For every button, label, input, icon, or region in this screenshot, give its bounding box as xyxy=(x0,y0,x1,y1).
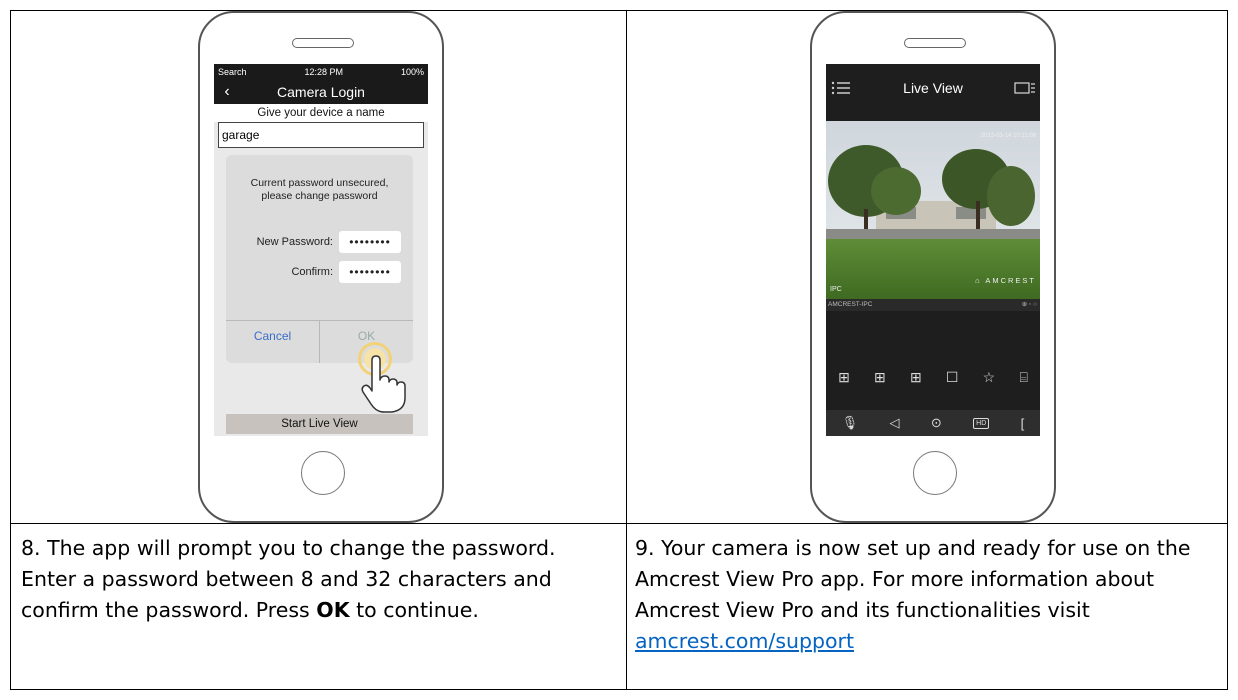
channel-label: IPC xyxy=(830,286,842,293)
new-password-row: New Password: •••••••• xyxy=(257,231,401,253)
layout-toolbar: ⊞ ⊞ ⊞ ☐ ☆ ⌸ xyxy=(826,369,1040,386)
back-chevron-icon[interactable]: ‹ xyxy=(214,83,240,101)
step-8-caption: 8. The app will prompt you to change the… xyxy=(21,533,611,626)
instruction-table: Search 12:28 PM 100% ‹ Camera Login Give… xyxy=(10,10,1228,690)
battery-label: 100% xyxy=(400,67,424,77)
ptz-control-icon[interactable]: ⊙ xyxy=(931,415,942,431)
new-password-input[interactable]: •••••••• xyxy=(339,231,401,253)
row-divider xyxy=(11,523,1227,524)
brand-overlay-text: AMCREST xyxy=(985,276,1036,285)
speaker-slot xyxy=(292,38,354,48)
confirm-password-row: Confirm: •••••••• xyxy=(291,261,401,283)
status-bar: Search 12:28 PM 100% xyxy=(214,64,428,80)
phone-mockup-live-view: Live View 2013-03-14 10:11:08 IPC ⌂ AMCR… xyxy=(810,11,1056,523)
hd-button[interactable]: HD xyxy=(973,417,990,429)
single-view-icon[interactable]: ☐ xyxy=(946,369,959,386)
menu-icon[interactable] xyxy=(826,80,856,96)
speaker-slot xyxy=(904,38,966,48)
dialog-message-line2: please change password xyxy=(261,190,378,202)
split-9-icon[interactable]: ⊞ xyxy=(910,369,922,386)
split-4-icon[interactable]: ⊞ xyxy=(874,369,886,386)
feed-status-icons: ⊕ ◦ ○ xyxy=(1021,301,1037,308)
nav-title: Camera Login xyxy=(277,84,365,100)
nav-bar: Live View xyxy=(826,64,1040,112)
step-9-text: 9. Your camera is now set up and ready f… xyxy=(635,536,1191,622)
camera-feed-image xyxy=(826,121,1040,299)
dialog-message-line1: Current password unsecured, xyxy=(250,177,389,189)
cancel-button[interactable]: Cancel xyxy=(226,321,319,363)
device-name-input[interactable]: garage xyxy=(218,122,424,148)
step-9-caption: 9. Your camera is now set up and ready f… xyxy=(635,533,1225,657)
speaker-icon[interactable]: ◁ xyxy=(890,415,900,431)
camera-feed[interactable]: 2013-03-14 10:11:08 IPC ⌂ AMCREST xyxy=(826,121,1040,299)
video-timestamp: 2013-03-14 10:11:08 xyxy=(980,133,1036,139)
snapshot-icon[interactable]: ⌸ xyxy=(1019,369,1027,386)
action-toolbar: 🎙︎ ◁ ⊙ HD [ xyxy=(826,410,1040,436)
step-8-bold: OK xyxy=(316,598,350,622)
new-password-label: New Password: xyxy=(256,236,333,248)
device-name-label: Give your device a name xyxy=(214,104,428,122)
split-1-icon[interactable]: ⊞ xyxy=(838,369,850,386)
change-password-dialog: Current password unsecured, please chang… xyxy=(226,155,413,363)
pointing-hand-icon xyxy=(361,355,406,413)
support-link[interactable]: amcrest.com/support xyxy=(635,629,854,653)
column-divider xyxy=(626,11,627,689)
phone-mockup-camera-login: Search 12:28 PM 100% ‹ Camera Login Give… xyxy=(198,11,444,523)
nav-title: Live View xyxy=(903,80,963,96)
amcrest-logo-icon: ⌂ xyxy=(975,276,982,285)
brand-overlay: ⌂ AMCREST xyxy=(975,276,1036,285)
carrier-label: Search xyxy=(218,67,247,77)
start-live-view-button[interactable]: Start Live View xyxy=(226,414,413,434)
device-list-icon[interactable] xyxy=(1010,80,1040,96)
confirm-password-label: Confirm: xyxy=(291,266,333,278)
live-view-screen: Live View 2013-03-14 10:11:08 IPC ⌂ AMCR… xyxy=(826,64,1040,436)
device-label-bar: AMCREST-IPC ⊕ ◦ ○ xyxy=(826,299,1040,311)
nav-bar: ‹ Camera Login xyxy=(214,80,428,104)
home-button[interactable] xyxy=(913,451,957,495)
status-time: 12:28 PM xyxy=(304,67,344,77)
step-8-text-end: to continue. xyxy=(349,598,479,622)
confirm-password-input[interactable]: •••••••• xyxy=(339,261,401,283)
record-icon[interactable]: [ xyxy=(1021,416,1025,431)
device-label: AMCREST-IPC xyxy=(828,301,873,308)
microphone-icon[interactable]: 🎙︎ xyxy=(842,415,859,431)
favorite-star-icon[interactable]: ☆ xyxy=(983,369,996,386)
home-button[interactable] xyxy=(301,451,345,495)
dialog-message: Current password unsecured, please chang… xyxy=(226,177,413,203)
camera-login-screen: Search 12:28 PM 100% ‹ Camera Login Give… xyxy=(214,64,428,436)
